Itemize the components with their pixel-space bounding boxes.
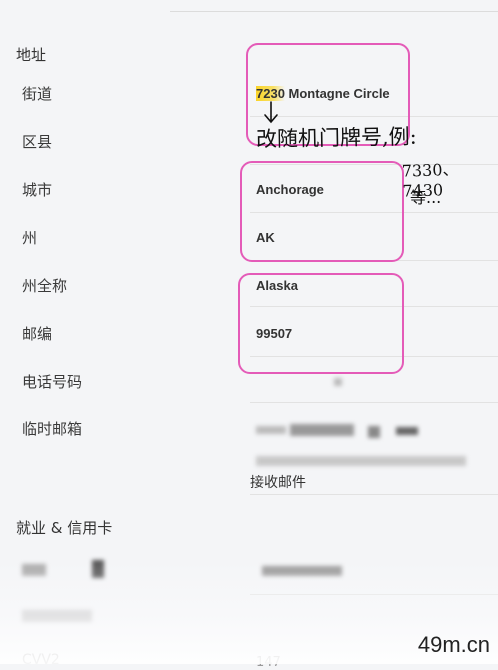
phone-value-blurred	[334, 378, 342, 386]
temp-email-note-blurred	[256, 456, 466, 466]
separator	[250, 494, 498, 495]
annotation-box-statefull-zip	[238, 273, 404, 374]
blurred-fragment	[396, 427, 418, 435]
separator	[250, 402, 498, 403]
watermark-text: 49m.cn	[417, 632, 490, 657]
label-temp-email: 临时邮箱	[22, 420, 83, 438]
label-city: 城市	[22, 181, 53, 199]
annotation-box-city-state	[240, 161, 404, 262]
temp-email-value-blurred	[256, 424, 386, 438]
label-street: 街道	[22, 85, 53, 103]
top-divider	[170, 11, 498, 12]
label-zip: 邮编	[22, 325, 53, 343]
label-district: 区县	[22, 133, 53, 151]
annotation-line1: 改随机门牌号,例:	[255, 124, 417, 152]
label-phone: 电话号码	[22, 373, 83, 391]
annotation-line3: 等...	[410, 188, 442, 207]
section-employment-title: 就业 & 信用卡	[16, 519, 113, 537]
receive-mail-link[interactable]: 接收邮件	[250, 472, 306, 492]
label-state-full: 州全称	[22, 277, 68, 295]
label-state: 州	[22, 229, 38, 247]
section-address-title: 地址	[16, 46, 47, 64]
